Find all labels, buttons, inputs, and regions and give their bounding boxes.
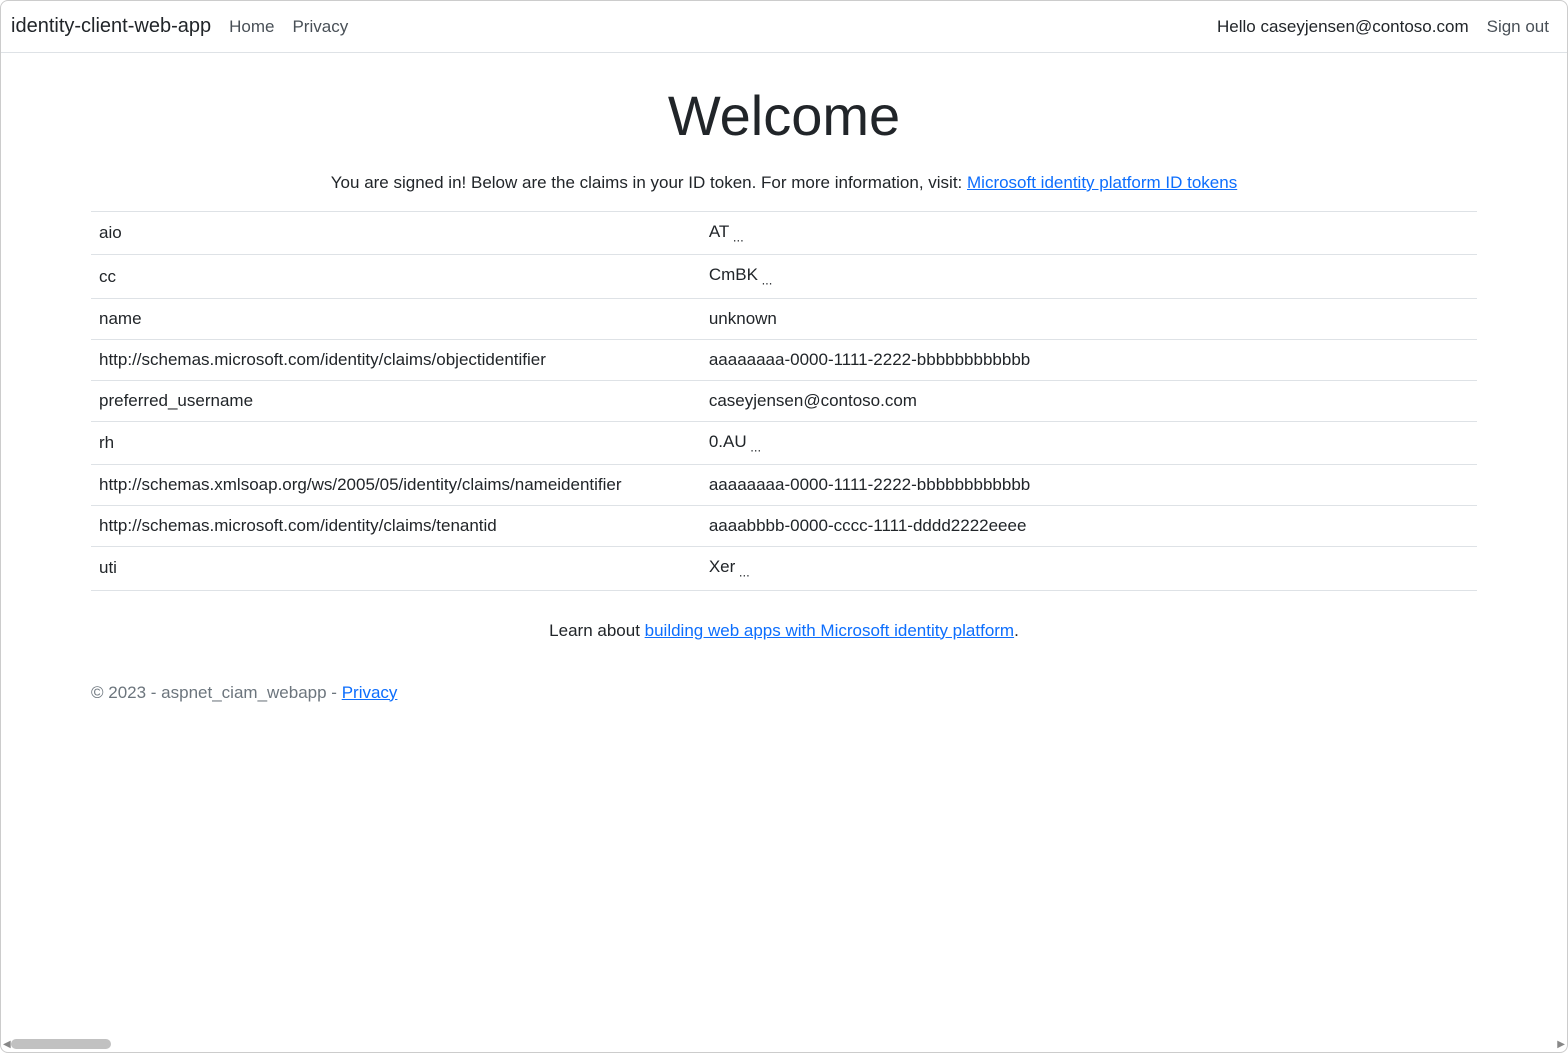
claim-value: AT ... [701,212,1477,255]
claim-key: aio [91,212,701,255]
table-row: nameunknown [91,298,1477,339]
claim-key: preferred_username [91,380,701,421]
table-row: rh0.AU ... [91,421,1477,464]
learn-text: Learn about building web apps with Micro… [91,621,1477,641]
horizontal-scrollbar[interactable] [11,1039,111,1049]
claim-key: cc [91,255,701,298]
table-row: utiXer ... [91,547,1477,590]
claim-value: unknown [701,298,1477,339]
main-content: Welcome You are signed in! Below are the… [1,53,1567,641]
claim-value: Xer ... [701,547,1477,590]
learn-prefix: Learn about [549,621,644,640]
page-title: Welcome [91,83,1477,148]
navbar: identity-client-web-app Home Privacy Hel… [1,1,1567,53]
claim-key: name [91,298,701,339]
ellipsis-icon: ... [735,565,749,580]
claim-key: http://schemas.microsoft.com/identity/cl… [91,339,701,380]
intro-link[interactable]: Microsoft identity platform ID tokens [967,173,1237,192]
nav-privacy[interactable]: Privacy [292,17,348,37]
ellipsis-icon: ... [747,439,761,454]
footer: © 2023 - aspnet_ciam_webapp - Privacy [1,671,1567,715]
claim-key: http://schemas.microsoft.com/identity/cl… [91,506,701,547]
claim-value: aaaaaaaa-0000-1111-2222-bbbbbbbbbbbb [701,465,1477,506]
claim-value: aaaaaaaa-0000-1111-2222-bbbbbbbbbbbb [701,339,1477,380]
claim-value: caseyjensen@contoso.com [701,380,1477,421]
learn-suffix: . [1014,621,1019,640]
ellipsis-icon: ... [758,273,772,288]
scroll-arrow-left-icon[interactable]: ◀ [3,1039,11,1050]
user-greeting: Hello caseyjensen@contoso.com [1217,17,1469,37]
brand[interactable]: identity-client-web-app [11,15,211,38]
table-row: http://schemas.xmlsoap.org/ws/2005/05/id… [91,465,1477,506]
intro-text: You are signed in! Below are the claims … [91,173,1477,193]
claims-table: aioAT ...ccCmBK ...nameunknownhttp://sch… [91,211,1477,591]
claim-value: CmBK ... [701,255,1477,298]
footer-text: © 2023 - aspnet_ciam_webapp - [91,683,342,702]
claim-key: uti [91,547,701,590]
navbar-left: identity-client-web-app Home Privacy [11,15,348,38]
claim-key: rh [91,421,701,464]
table-row: aioAT ... [91,212,1477,255]
claim-value: 0.AU ... [701,421,1477,464]
table-row: http://schemas.microsoft.com/identity/cl… [91,506,1477,547]
claim-key: http://schemas.xmlsoap.org/ws/2005/05/id… [91,465,701,506]
intro-prefix: You are signed in! Below are the claims … [331,173,967,192]
table-row: ccCmBK ... [91,255,1477,298]
learn-link[interactable]: building web apps with Microsoft identit… [645,621,1014,640]
ellipsis-icon: ... [729,229,743,244]
nav-home[interactable]: Home [229,17,274,37]
signout-link[interactable]: Sign out [1487,17,1549,37]
claim-value: aaaabbbb-0000-cccc-1111-dddd2222eeee [701,506,1477,547]
footer-privacy-link[interactable]: Privacy [342,683,398,702]
table-row: preferred_usernamecaseyjensen@contoso.co… [91,380,1477,421]
navbar-right: Hello caseyjensen@contoso.com Sign out [1217,17,1557,37]
scroll-arrow-right-icon[interactable]: ▶ [1557,1039,1565,1050]
table-row: http://schemas.microsoft.com/identity/cl… [91,339,1477,380]
